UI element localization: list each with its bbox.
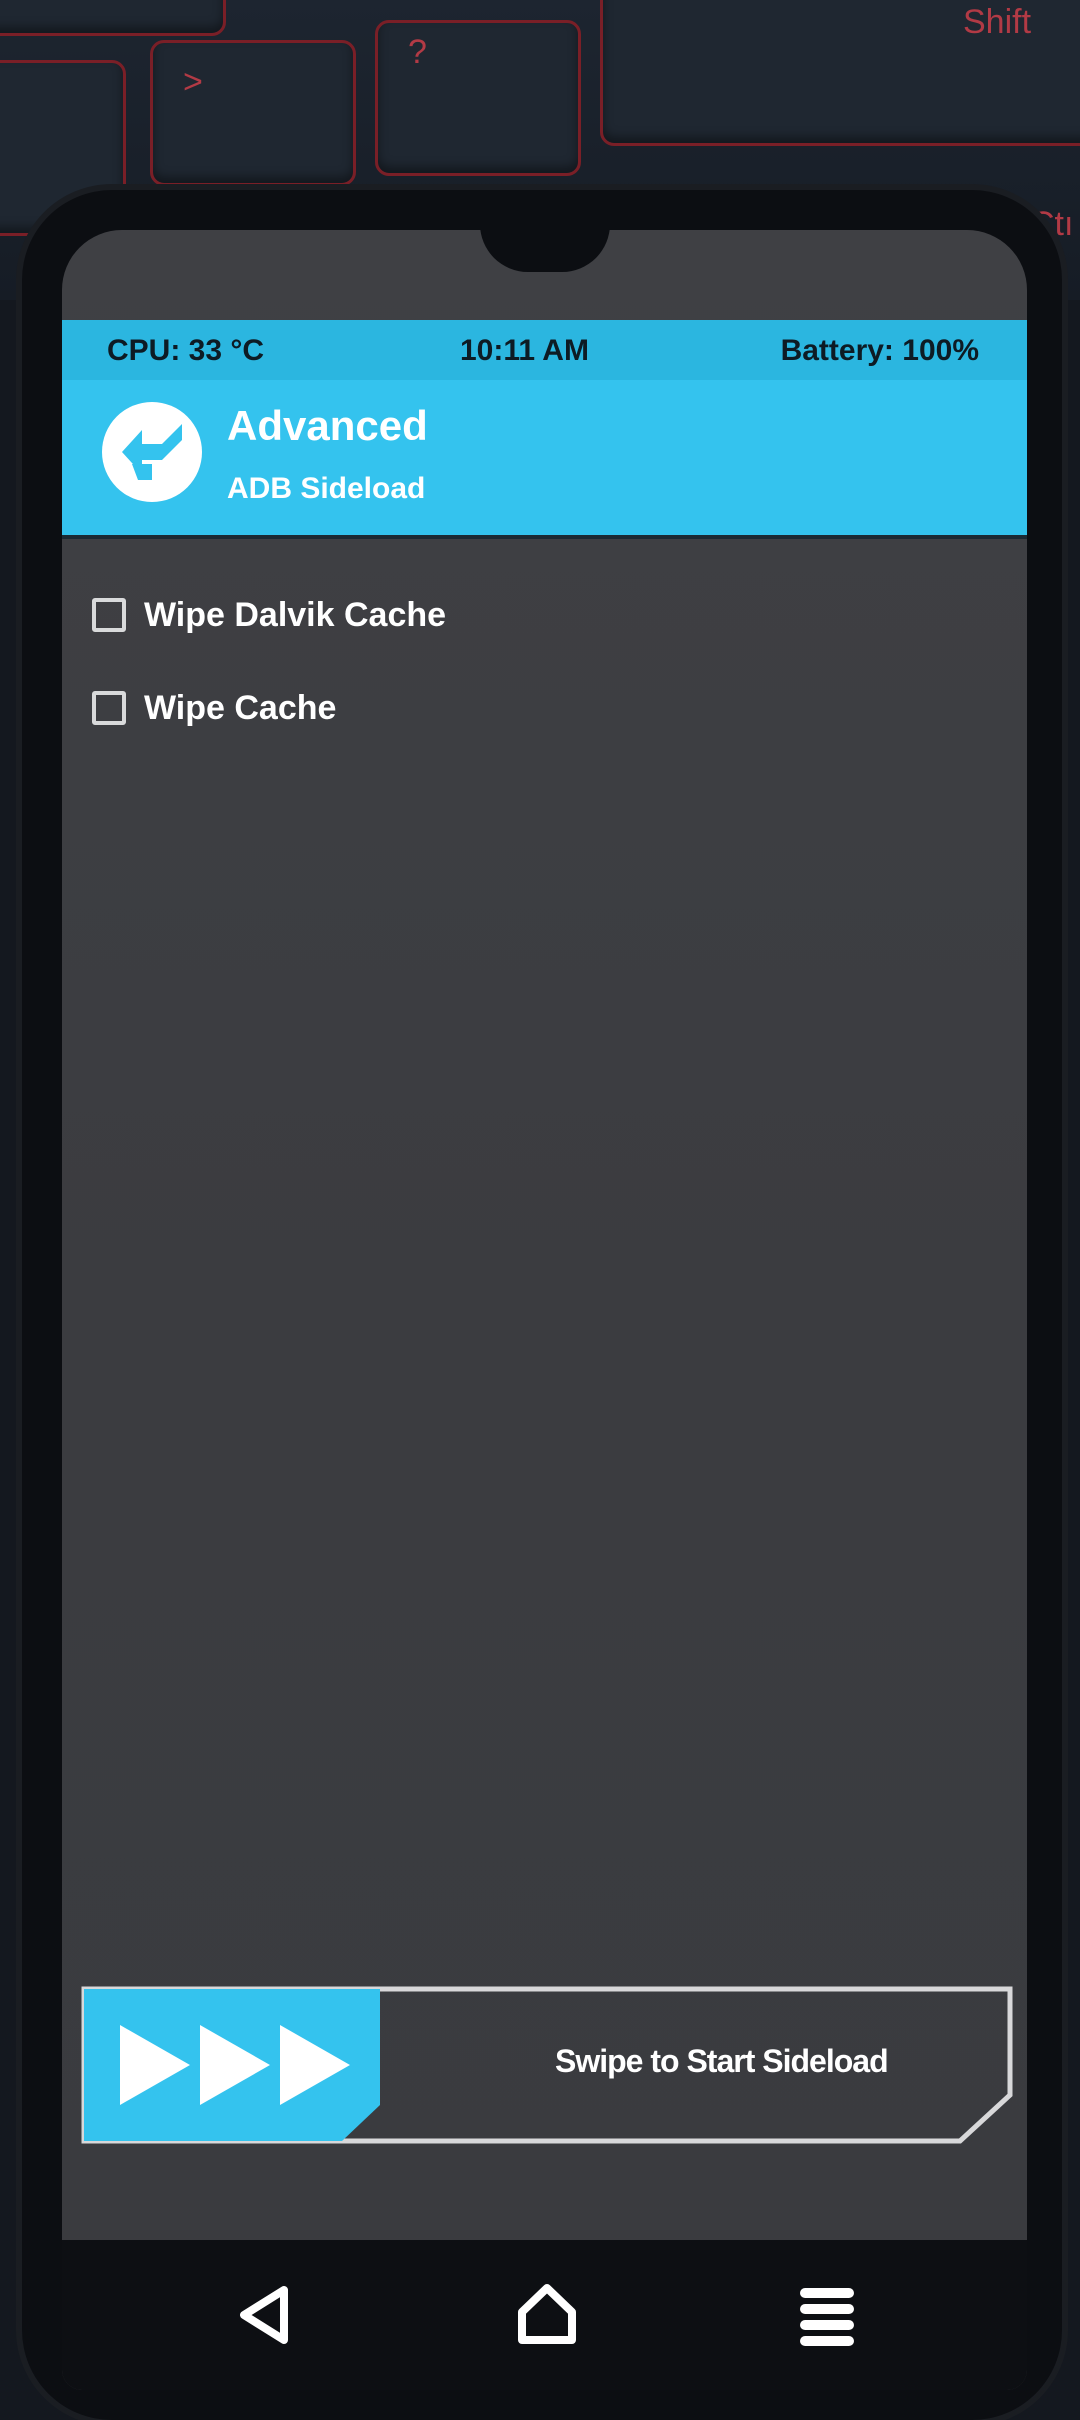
twrp-screen: CPU: 33 °C 10:11 AM Battery: 100% Advanc… — [62, 230, 1027, 2390]
wipe-dalvik-cache-option[interactable]: Wipe Dalvik Cache — [92, 585, 446, 645]
battery-level: Battery: 100% — [780, 334, 979, 367]
phone-device: CPU: 33 °C 10:11 AM Battery: 100% Advanc… — [22, 190, 1062, 2420]
keyboard-key: > — [150, 40, 356, 186]
swipe-handle[interactable] — [84, 1989, 380, 2141]
option-label: Wipe Dalvik Cache — [144, 595, 447, 634]
key-label: ? — [408, 33, 427, 71]
home-icon[interactable] — [502, 2270, 592, 2360]
page-title: Advanced — [227, 402, 428, 449]
status-bar: CPU: 33 °C 10:11 AM Battery: 100% — [62, 320, 1027, 380]
camera-notch — [480, 230, 610, 272]
menu-icon[interactable] — [782, 2270, 872, 2360]
key-label: > — [183, 63, 203, 101]
checkbox[interactable] — [92, 598, 126, 632]
keyboard-key: ? — [375, 20, 581, 176]
shift-key-label: Shift — [963, 3, 1032, 41]
shift-key: Shift — [600, 0, 1080, 146]
wipe-cache-option[interactable]: Wipe Cache — [92, 678, 336, 738]
clock: 10:11 AM — [460, 334, 589, 367]
option-label: Wipe Cache — [144, 688, 337, 727]
page-subtitle: ADB Sideload — [227, 472, 426, 505]
navigation-bar — [62, 2240, 1027, 2390]
swipe-label: Swipe to Start Sideload — [555, 2043, 889, 2079]
swipe-slider[interactable]: Swipe to Start Sideload — [80, 1985, 1015, 2145]
page-header: Advanced ADB Sideload — [62, 380, 1027, 539]
cpu-temperature: CPU: 33 °C — [107, 334, 265, 367]
back-icon[interactable] — [222, 2270, 312, 2360]
twrp-logo-icon — [102, 402, 202, 502]
keyboard-key — [0, 0, 226, 36]
checkbox[interactable] — [92, 691, 126, 725]
